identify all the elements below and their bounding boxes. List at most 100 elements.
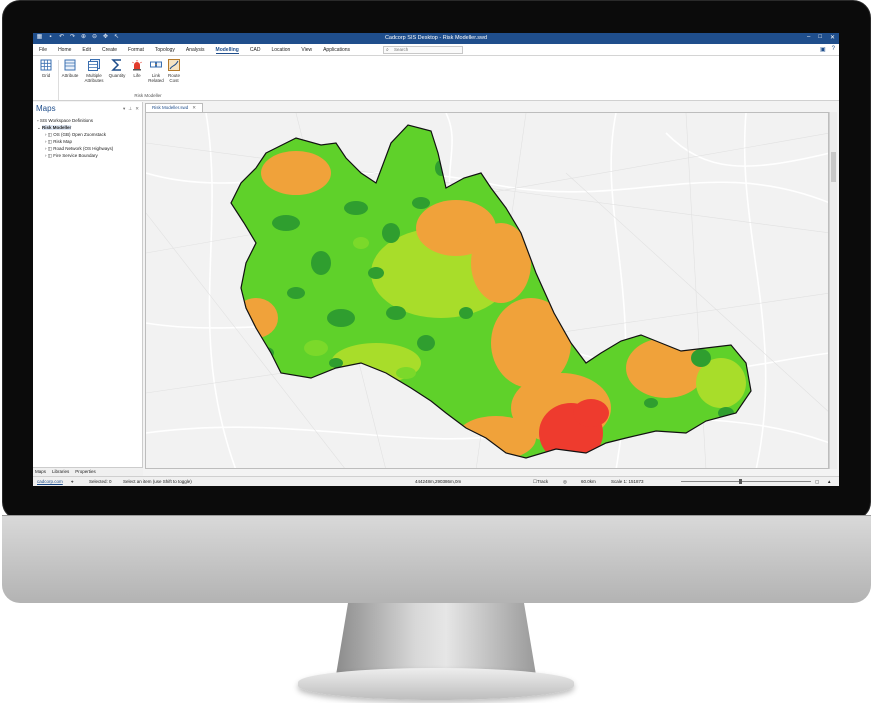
- ribbon: Grid Attribute Multiple Attributes Quant…: [33, 56, 839, 101]
- quantity-button-label: Quantity: [108, 73, 126, 78]
- siren-icon: [132, 60, 142, 71]
- tab-properties[interactable]: Properties: [75, 468, 96, 476]
- tree-item-fire-boundary[interactable]: › ◫ Fire Service Boundary: [37, 152, 113, 159]
- tab-create[interactable]: Create: [102, 47, 117, 54]
- fullscreen-icon[interactable]: ▢: [815, 477, 819, 486]
- tab-view[interactable]: View: [301, 47, 312, 54]
- multiple-attributes-icon: [88, 59, 100, 71]
- close-icon[interactable]: ✕: [830, 34, 835, 41]
- tree-item-label: Road Network (OS Highways): [53, 146, 114, 151]
- ribbon-tabs: File Home Edit Create Format Topology An…: [39, 47, 350, 54]
- risk-map: [146, 113, 828, 468]
- attribute-icon: [64, 59, 76, 71]
- tab-location[interactable]: Location: [271, 47, 290, 54]
- multiple-attributes-button[interactable]: Multiple Attributes: [83, 59, 105, 83]
- distance-readout: 60.0km: [581, 479, 596, 484]
- tree-item-road-network[interactable]: › ◫ Road Network (OS Highways): [37, 145, 113, 152]
- pin-icon[interactable]: ⊥: [128, 106, 132, 112]
- monitor-chin: [2, 515, 871, 603]
- quantity-button[interactable]: Quantity: [107, 59, 127, 78]
- search-placeholder: Search: [394, 47, 409, 52]
- maps-tree: ▫ SIS Workspace Definitions ⌄ Risk Model…: [37, 117, 113, 159]
- tab-format[interactable]: Format: [128, 47, 144, 54]
- ribbon-options-icon[interactable]: ▣: [820, 46, 826, 53]
- ribbon-group-label: Risk Modeller: [134, 93, 162, 98]
- life-button[interactable]: Life: [128, 59, 146, 78]
- monitor-mockup: ▦ ▪ ↶ ↷ ⊕ ⊖ ✥ ↖ Cadcorp SIS Desktop - Ri…: [0, 0, 873, 703]
- route-cost-button-label: Route Cost: [167, 73, 180, 83]
- tab-analysis[interactable]: Analysis: [186, 47, 205, 54]
- link-related-icon: [150, 61, 162, 68]
- route-cost-button[interactable]: Route Cost: [165, 59, 183, 83]
- tab-home[interactable]: Home: [58, 47, 71, 54]
- monitor-stand-neck: [336, 603, 536, 675]
- status-hint: Select an item (use Shift to toggle): [123, 479, 192, 484]
- monitor-stand-foot: [298, 668, 574, 700]
- menu-bar: File Home Edit Create Format Topology An…: [33, 44, 839, 56]
- attribute-button-label: Attribute: [61, 73, 79, 78]
- tab-edit[interactable]: Edit: [82, 47, 91, 54]
- window-controls: – □ ✕: [807, 34, 835, 41]
- maps-pane-title: Maps: [36, 104, 56, 113]
- maps-pane: Maps ▾ ⊥ ✕ ▫ SIS Workspace Definitions ⌄…: [33, 102, 143, 476]
- document-tab-label: Risk Modeller.swd: [152, 105, 189, 110]
- close-pane-icon[interactable]: ✕: [135, 106, 139, 112]
- tab-topology[interactable]: Topology: [155, 47, 175, 54]
- window-title: Cadcorp SIS Desktop - Risk Modeller.swd: [384, 35, 488, 41]
- tab-file[interactable]: File: [39, 47, 47, 54]
- grid-button-label: Grid: [41, 73, 51, 78]
- pane-bottom-tabs: Maps Libraries Properties: [33, 467, 143, 476]
- link-related-button[interactable]: Link Related: [147, 59, 165, 83]
- tab-libraries[interactable]: Libraries: [52, 468, 69, 476]
- title-bar: ▦ ▪ ↶ ↷ ⊕ ⊖ ✥ ↖ Cadcorp SIS Desktop - Ri…: [33, 33, 839, 44]
- tab-maps[interactable]: Maps: [35, 468, 46, 476]
- tree-item-workspace[interactable]: ▫ SIS Workspace Definitions: [37, 117, 113, 124]
- track-label: Track: [537, 479, 549, 484]
- pane-controls: ▾ ⊥ ✕: [123, 106, 139, 112]
- close-tab-icon[interactable]: ✕: [192, 105, 196, 110]
- tree-item-label: OS (GB) Open Zoomstack: [53, 132, 107, 137]
- tab-cad[interactable]: CAD: [250, 47, 261, 54]
- tab-modelling[interactable]: Modelling: [215, 47, 239, 54]
- map-vertical-scrollbar[interactable]: [829, 112, 837, 469]
- scrollbar-thumb[interactable]: [831, 152, 836, 182]
- menu-right-icons: ▣ ?: [820, 46, 835, 53]
- ribbon-separator: [58, 60, 59, 100]
- minimize-icon[interactable]: –: [807, 34, 810, 41]
- tree-item-label: Risk Modeller: [42, 125, 72, 130]
- zoom-slider-knob[interactable]: [739, 479, 742, 484]
- maximize-icon[interactable]: □: [818, 34, 822, 41]
- grid-icon: [40, 59, 52, 71]
- globe-icon[interactable]: ◎: [563, 477, 567, 486]
- cadcorp-link[interactable]: cadcorp.com: [37, 477, 63, 486]
- tree-item-risk-modeller[interactable]: ⌄ Risk Modeller: [37, 124, 113, 131]
- notification-icon[interactable]: ▲: [827, 477, 831, 486]
- search-box[interactable]: ⌕ Search: [383, 46, 463, 54]
- cursor-coordinates: 444248m,290386m,0m: [415, 479, 462, 484]
- selected-count: Selected: 0: [89, 479, 112, 484]
- link-related-button-label: Link Related: [148, 73, 164, 83]
- multiple-attributes-button-label: Multiple Attributes: [84, 73, 104, 83]
- grid-button[interactable]: Grid: [37, 59, 55, 78]
- track-toggle[interactable]: ☐ Track: [533, 477, 548, 486]
- map-canvas[interactable]: [145, 112, 829, 469]
- help-icon[interactable]: ?: [832, 46, 835, 53]
- route-cost-icon: [168, 59, 180, 71]
- status-bar: cadcorp.com ⌖ Selected: 0 Select an item…: [33, 476, 839, 486]
- tree-item-zoomstack[interactable]: › ◫ OS (GB) Open Zoomstack: [37, 131, 113, 138]
- zoom-slider[interactable]: [681, 479, 811, 484]
- search-icon: ⌕: [386, 47, 389, 53]
- document-tab[interactable]: Risk Modeller.swd ✕: [145, 103, 204, 112]
- attribute-button[interactable]: Attribute: [61, 59, 79, 78]
- tree-item-label: Risk Map: [53, 139, 73, 144]
- scale-readout[interactable]: Scale 1: 151873: [611, 477, 644, 486]
- life-button-label: Life: [133, 73, 141, 78]
- sigma-icon: [111, 59, 121, 71]
- selection-tool-icon[interactable]: ⌖: [71, 477, 74, 486]
- tree-item-label: Fire Service Boundary: [53, 153, 98, 158]
- tree-item-risk-map[interactable]: › ◫ Risk Map: [37, 138, 113, 145]
- tab-applications[interactable]: Applications: [323, 47, 350, 54]
- tree-item-label: SIS Workspace Definitions: [39, 118, 94, 123]
- dropdown-icon[interactable]: ▾: [123, 106, 125, 112]
- app-window: ▦ ▪ ↶ ↷ ⊕ ⊖ ✥ ↖ Cadcorp SIS Desktop - Ri…: [33, 33, 839, 486]
